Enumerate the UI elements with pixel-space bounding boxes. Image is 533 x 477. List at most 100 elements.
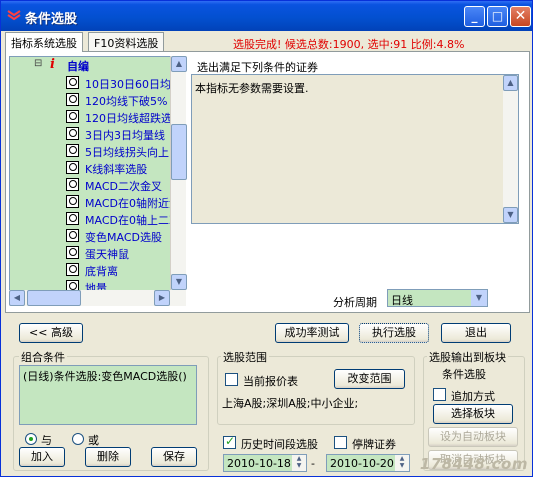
tree-item-label: MACD在0轴上二次 (85, 214, 180, 227)
close-button[interactable]: ✕ (510, 6, 531, 27)
magnifier-icon (66, 76, 79, 89)
magnifier-icon (66, 93, 79, 106)
set-auto-block-button[interactable]: 设为自动板块 (428, 427, 518, 447)
date-from-spinner[interactable]: ▲ ▼ (292, 455, 306, 471)
logic-and-label: 与 (41, 434, 52, 447)
execute-select-button[interactable]: 执行选股 (359, 323, 429, 343)
select-range-group (217, 356, 415, 425)
tree-item-label: 蛋天神鼠 (85, 248, 129, 261)
scroll-right-arrow-icon[interactable]: ▶ (154, 290, 170, 306)
tree-item-label: 3日内3日均量线 (85, 129, 165, 142)
combo-group-label: 组合条件 (19, 349, 67, 365)
magnifier-icon (66, 246, 79, 259)
scroll-down-arrow-icon[interactable]: ▼ (171, 274, 187, 290)
tree-item-label: 120均线下破5% (85, 95, 168, 108)
watermark: 178448.com (419, 455, 528, 473)
analysis-cycle-label: 分析周期 (333, 296, 377, 309)
date-from-value: 2010-10-18 (227, 457, 291, 470)
tree-item[interactable]: K线斜率选股 (10, 159, 185, 176)
logic-or-radio[interactable] (72, 433, 84, 445)
formula-tree[interactable]: ⊟ i 自编 10日30日60日均 120均线下破5% 120日均线超跌选 3日内3日… (9, 56, 186, 291)
tree-item-label: 变色MACD选股 (85, 231, 162, 244)
magnifier-icon (66, 195, 79, 208)
tree-item-label: 底背离 (85, 265, 118, 278)
tree-item[interactable]: 蛋天神鼠 (10, 244, 185, 261)
tree-item[interactable]: 5日均线拐头向上 (10, 142, 185, 159)
success-rate-test-button[interactable]: 成功率测试 (275, 323, 349, 343)
analysis-cycle-select[interactable]: 日线 ▼ (387, 289, 488, 307)
tree-horizontal-scrollbar[interactable]: ◀ ▶ (9, 290, 186, 306)
hscroll-thumb[interactable] (27, 290, 81, 306)
scroll-up-arrow-icon[interactable]: ▲ (171, 56, 187, 72)
tree-item[interactable]: 10日30日60日均 (10, 74, 185, 91)
chevron-down-icon[interactable]: ▼ (471, 290, 487, 306)
formula-description[interactable]: 本指标无参数需要设置. ▲ ▼ (191, 74, 519, 224)
suspended-checkbox[interactable] (334, 436, 347, 449)
scroll-thumb[interactable] (171, 124, 187, 180)
tree-item[interactable]: 120日均线超跌选 (10, 108, 185, 125)
window-title: 条件选股 (25, 12, 78, 27)
date-to-spinner[interactable]: ▲ ▼ (395, 455, 409, 471)
tree-item-label: 120日均线超跌选 (85, 112, 172, 125)
tree-item[interactable]: MACD在0轴附近金 (10, 193, 185, 210)
magnifier-icon (66, 178, 79, 191)
tree-item[interactable]: 3日内3日均量线 (10, 125, 185, 142)
tree-group-label: 自编 (67, 60, 89, 73)
current-quote-checkbox[interactable] (225, 373, 238, 386)
exit-button[interactable]: 退出 (441, 323, 511, 343)
analysis-cycle-value: 日线 (391, 294, 413, 307)
minimize-button[interactable]: _ (464, 6, 485, 27)
date-from-field[interactable]: 2010-10-18 ▲ ▼ (223, 454, 307, 472)
current-quote-label: 当前报价表 (243, 375, 298, 388)
magnifier-icon (66, 229, 79, 242)
tab-indicator-select[interactable]: 指标系统选股 (5, 32, 83, 52)
save-button[interactable]: 保存 (151, 447, 197, 467)
tree-item[interactable]: 120均线下破5% (10, 91, 185, 108)
condition-heading: 选出满足下列条件的证券 (197, 61, 318, 74)
date-separator: - (311, 457, 315, 470)
tab-f10-select[interactable]: F10资料选股 (88, 32, 165, 51)
date-to-field[interactable]: 2010-10-20 ▲ ▼ (326, 454, 410, 472)
advanced-button[interactable]: << 高级 (19, 323, 83, 343)
scroll-down-arrow-icon[interactable]: ▼ (503, 207, 518, 223)
magnifier-icon (66, 110, 79, 123)
magnifier-icon (66, 212, 79, 225)
logic-or-label: 或 (88, 434, 99, 447)
output-title: 条件选股 (442, 368, 486, 381)
tree-item-label: 10日30日60日均 (85, 78, 171, 91)
tree-item-label: K线斜率选股 (85, 163, 148, 176)
tree-item-label: MACD在0轴附近金 (85, 197, 180, 210)
status-text: 选股完成! 候选总数:1900, 选中:91 比例:4.8% (233, 38, 465, 51)
app-icon (7, 10, 21, 21)
tree-item[interactable]: MACD在0轴上二次 (10, 210, 185, 227)
description-scrollbar[interactable]: ▲ ▼ (503, 75, 518, 223)
history-period-checkbox[interactable] (223, 434, 236, 449)
select-block-button[interactable]: 选择板块 (433, 404, 513, 424)
change-range-button[interactable]: 改变范围 (334, 369, 405, 389)
description-text: 本指标无参数需要设置. (195, 82, 309, 95)
scroll-left-arrow-icon[interactable]: ◀ (9, 290, 25, 306)
append-mode-checkbox[interactable] (433, 388, 446, 401)
collapse-icon[interactable]: ⊟ (34, 58, 42, 69)
range-text: 上海A股;深圳A股;中小企业; (222, 397, 359, 410)
title-bar[interactable]: 条件选股 _ □ ✕ (1, 1, 532, 31)
magnifier-icon (66, 144, 79, 157)
date-to-value: 2010-10-20 (330, 457, 394, 470)
maximize-button[interactable]: □ (487, 6, 508, 27)
history-period-label: 历史时间段选股 (241, 438, 318, 451)
delete-button[interactable]: 删除 (85, 447, 131, 467)
combo-condition-item[interactable]: (日线)条件选股:变色MACD选股() (23, 368, 193, 384)
append-mode-label: 追加方式 (451, 390, 495, 403)
main-window: 条件选股 _ □ ✕ 指标系统选股 F10资料选股 选股完成! 候选总数:190… (0, 0, 533, 477)
tree-item[interactable]: 底背离 (10, 261, 185, 278)
logic-and-radio[interactable] (25, 433, 37, 445)
add-button[interactable]: 加入 (19, 447, 65, 467)
range-group-label: 选股范围 (221, 349, 269, 365)
info-icon: i (50, 57, 55, 72)
scroll-up-arrow-icon[interactable]: ▲ (503, 75, 518, 91)
output-group-label: 选股输出到板块 (427, 349, 508, 365)
combo-condition-list[interactable]: (日线)条件选股:变色MACD选股() (19, 365, 197, 425)
tree-item[interactable]: 变色MACD选股 (10, 227, 185, 244)
tree-vertical-scrollbar[interactable]: ▲ ▼ (170, 56, 187, 291)
tree-item[interactable]: MACD二次金叉 (10, 176, 185, 193)
